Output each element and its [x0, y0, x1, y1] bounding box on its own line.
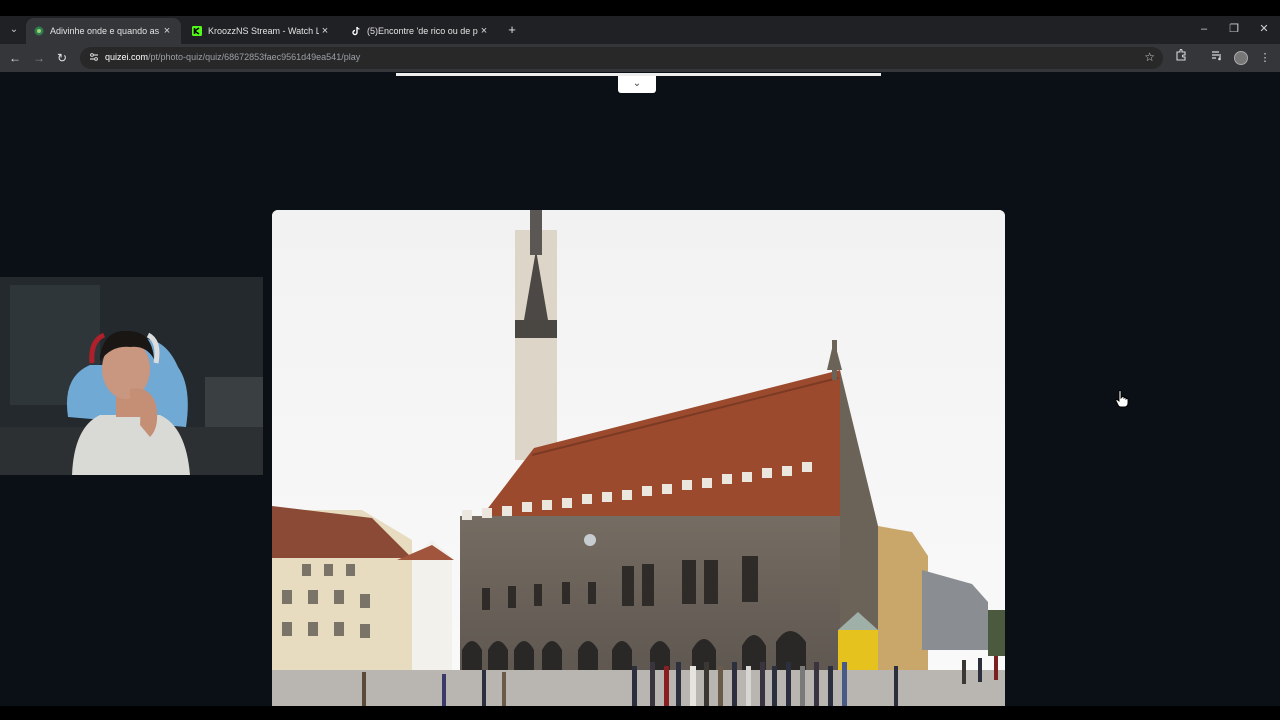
- url-host: quizei.com: [105, 52, 149, 62]
- screen-top-border: [0, 0, 1280, 16]
- screen-bottom-border: [0, 706, 1280, 720]
- extensions-puzzle-icon[interactable]: [1172, 48, 1190, 67]
- close-tab-icon[interactable]: ×: [478, 25, 490, 37]
- tab-title: Adivinhe onde e quando as fot: [50, 26, 161, 36]
- tab-quizei[interactable]: Adivinhe onde e quando as fot ×: [26, 18, 181, 44]
- tiktok-icon: [351, 26, 361, 36]
- menu-kebab-icon[interactable]: ⋮: [1256, 49, 1274, 67]
- close-tab-icon[interactable]: ×: [161, 25, 173, 37]
- hand-pointer-icon: [1115, 390, 1129, 408]
- forward-arrow-icon[interactable]: →: [30, 49, 48, 67]
- tab-title: (5)Encontre 'de rico ou de pob: [367, 26, 478, 36]
- tab-title: KroozzNS Stream - Watch Live: [208, 26, 319, 36]
- tab-kick-stream[interactable]: KroozzNS Stream - Watch Live ×: [184, 18, 339, 44]
- tab-tiktok[interactable]: (5)Encontre 'de rico ou de pob ×: [343, 18, 498, 44]
- url-text[interactable]: quizei.com/pt/photo-quiz/quiz/68672853fa…: [105, 52, 360, 62]
- quizei-icon: [34, 26, 44, 36]
- quiz-page: ⌄: [0, 72, 1280, 706]
- back-arrow-icon[interactable]: ←: [6, 49, 24, 67]
- quiz-photo: [272, 210, 1005, 706]
- address-bar[interactable]: quizei.com/pt/photo-quiz/quiz/68672853fa…: [80, 47, 1163, 69]
- site-info-icon[interactable]: [87, 51, 101, 65]
- tab-strip: ⌄ Adivinhe onde e quando as fot × Kroozz…: [0, 16, 1280, 44]
- webcam-overlay: [0, 277, 263, 475]
- kick-icon: [192, 26, 202, 36]
- reload-icon[interactable]: ↻: [53, 49, 71, 67]
- close-window-icon[interactable]: ✕: [1254, 20, 1274, 38]
- new-tab-plus-icon[interactable]: +: [504, 22, 520, 38]
- browser-toolbar: ← → ↻ quizei.com/pt/photo-quiz/quiz/6867…: [0, 44, 1280, 72]
- profile-avatar[interactable]: [1234, 51, 1248, 65]
- minimize-window-icon[interactable]: –: [1194, 20, 1214, 38]
- url-path: /pt/photo-quiz/quiz/68672853faec9561d49e…: [148, 52, 361, 62]
- media-controls-icon[interactable]: [1208, 49, 1226, 67]
- bookmark-star-icon[interactable]: ☆: [1144, 50, 1155, 64]
- collapse-chevron-down-icon[interactable]: ⌄: [618, 76, 656, 93]
- close-tab-icon[interactable]: ×: [319, 25, 331, 37]
- tab-search-chevron-icon[interactable]: ⌄: [6, 22, 22, 38]
- restore-window-icon[interactable]: ❐: [1224, 20, 1244, 38]
